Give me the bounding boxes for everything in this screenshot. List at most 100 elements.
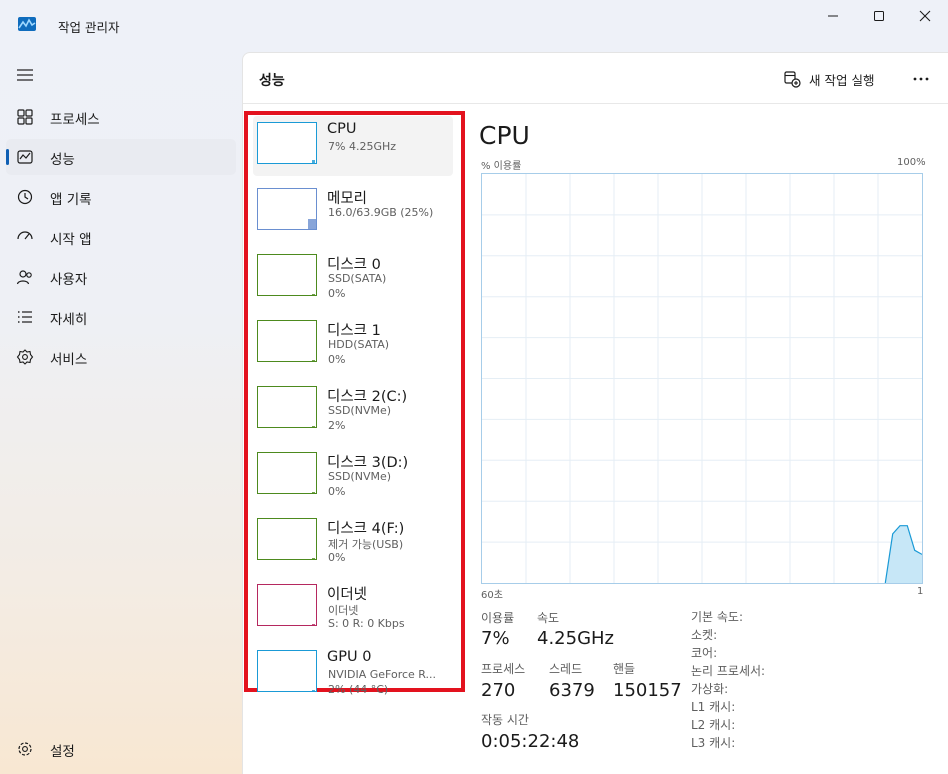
sidebar-item-services[interactable]: 서비스 bbox=[6, 339, 236, 375]
sidebar-item-settings[interactable]: 설정 bbox=[6, 731, 236, 767]
uptime-label: 작동 시간 bbox=[481, 713, 529, 727]
device-item[interactable]: 이더넷 이더넷 S: 0 R: 0 Kbps bbox=[253, 578, 453, 638]
device-detail: 0% bbox=[328, 551, 346, 564]
detail-title: CPU bbox=[479, 121, 530, 150]
more-options-button[interactable] bbox=[907, 65, 935, 93]
run-new-task-label: 새 작업 실행 bbox=[809, 72, 875, 88]
device-thumbnail-svg bbox=[312, 690, 315, 691]
sidebar-item-label: 사용자 bbox=[50, 272, 88, 288]
sidebar-item-label: 설정 bbox=[50, 744, 75, 760]
device-detail: S: 0 R: 0 Kbps bbox=[328, 617, 405, 630]
close-button[interactable] bbox=[902, 0, 948, 32]
sidebar-item-details[interactable]: 자세히 bbox=[6, 299, 236, 335]
device-item[interactable]: GPU 0 NVIDIA GeForce R... 2% (44 °C) bbox=[253, 644, 453, 704]
minimize-icon bbox=[828, 15, 838, 17]
device-subtitle: NVIDIA GeForce R... bbox=[328, 668, 437, 681]
spec-l1-cache-label: L1 캐시: bbox=[691, 700, 736, 714]
run-new-task-button[interactable]: 새 작업 실행 bbox=[783, 65, 874, 93]
device-thumbnail-graph bbox=[257, 518, 317, 560]
device-usage-bar bbox=[312, 426, 315, 427]
device-subtitle: SSD(NVMe) bbox=[328, 470, 392, 483]
device-name: 메모리 bbox=[327, 191, 368, 207]
graph-y-max-label: 100% bbox=[897, 157, 926, 168]
device-item[interactable]: 디스크 2(C:) SSD(NVMe) 2% bbox=[253, 380, 453, 440]
maximize-button[interactable] bbox=[856, 0, 902, 32]
device-thumbnail-svg bbox=[312, 558, 315, 559]
handles-label: 핸들 bbox=[613, 662, 636, 676]
device-name: 디스크 1 bbox=[327, 323, 381, 339]
device-thumbnail-graph bbox=[257, 188, 317, 230]
device-detail: 2% (44 °C) bbox=[328, 683, 389, 696]
device-usage-bar bbox=[312, 360, 315, 361]
uptime-value: 0:05:22:48 bbox=[481, 731, 580, 752]
task-manager-app-icon bbox=[18, 17, 36, 31]
sidebar-item-processes[interactable]: 프로세스 bbox=[6, 99, 236, 135]
active-indicator bbox=[6, 149, 9, 165]
utilization-value: 7% bbox=[481, 628, 510, 649]
device-item[interactable]: CPU 7% 4.25GHz bbox=[253, 116, 453, 176]
sidebar-item-startup-apps[interactable]: 시작 앱 bbox=[6, 219, 236, 255]
processes-value: 270 bbox=[481, 680, 516, 701]
device-usage-bar bbox=[312, 624, 315, 625]
device-detail: 0% bbox=[328, 353, 346, 366]
graph-y-label: % 이용률 bbox=[481, 161, 522, 172]
device-thumbnail-svg bbox=[312, 492, 315, 493]
threads-label: 스레드 bbox=[549, 662, 583, 676]
sidebar-item-app-history[interactable]: 앱 기록 bbox=[6, 179, 236, 215]
hamburger-menu-icon[interactable] bbox=[16, 67, 34, 83]
device-subtitle: 제거 가능(USB) bbox=[328, 538, 404, 551]
settings-gear-icon bbox=[18, 742, 32, 756]
title-bar: 작업 관리자 bbox=[0, 0, 948, 50]
device-item[interactable]: 디스크 4(F:) 제거 가능(USB) 0% bbox=[253, 512, 453, 572]
device-usage-bar bbox=[312, 492, 315, 493]
sidebar-item-performance[interactable]: 성능 bbox=[6, 139, 236, 175]
speed-value: 4.25GHz bbox=[537, 628, 615, 649]
sidebar: 프로세스 성능 앱 기록 시작 앱 사용자 자세히 서비스 설정 bbox=[0, 52, 242, 774]
device-usage-bar bbox=[312, 690, 315, 691]
minimize-button[interactable] bbox=[810, 0, 856, 32]
device-thumbnail-svg bbox=[312, 426, 315, 427]
device-name: 디스크 2(C:) bbox=[327, 389, 408, 405]
page-title: 성능 bbox=[259, 73, 285, 89]
utilization-label: 이용률 bbox=[481, 611, 515, 625]
spec-sockets-label: 소켓: bbox=[691, 628, 718, 642]
threads-value: 6379 bbox=[549, 680, 595, 701]
device-thumbnail-svg bbox=[312, 360, 315, 361]
sidebar-item-label: 앱 기록 bbox=[50, 192, 92, 208]
device-thumbnail-graph bbox=[257, 452, 317, 494]
users-icon bbox=[16, 270, 32, 285]
handles-value: 150157 bbox=[613, 680, 682, 701]
device-thumbnail-graph bbox=[257, 254, 317, 296]
cpu-utilization-graph bbox=[481, 173, 923, 584]
history-icon bbox=[17, 189, 33, 205]
device-thumbnail-svg bbox=[312, 160, 315, 163]
new-task-icon bbox=[784, 71, 801, 88]
device-name: 디스크 3(D:) bbox=[327, 455, 409, 471]
sidebar-item-label: 프로세스 bbox=[50, 112, 100, 128]
graph-x-start-label: 60초 bbox=[481, 590, 503, 601]
device-item[interactable]: 디스크 0 SSD(SATA) 0% bbox=[253, 248, 453, 308]
sidebar-item-label: 시작 앱 bbox=[50, 232, 92, 248]
device-item[interactable]: 디스크 3(D:) SSD(NVMe) 0% bbox=[253, 446, 453, 506]
device-name: GPU 0 bbox=[327, 649, 372, 665]
device-item[interactable]: 디스크 1 HDD(SATA) 0% bbox=[253, 314, 453, 374]
sidebar-item-users[interactable]: 사용자 bbox=[6, 259, 236, 295]
device-name: 디스크 0 bbox=[327, 257, 381, 273]
device-thumbnail-svg bbox=[308, 219, 316, 229]
spec-base-speed-label: 기본 속도: bbox=[691, 610, 744, 624]
device-item[interactable]: 메모리 16.0/63.9GB (25%) bbox=[253, 182, 453, 242]
device-subtitle: 이더넷 bbox=[328, 604, 359, 617]
device-usage-bar bbox=[312, 294, 315, 295]
device-subtitle: SSD(NVMe) bbox=[328, 404, 392, 417]
details-icon bbox=[18, 311, 32, 323]
device-subtitle: SSD(SATA) bbox=[328, 272, 387, 285]
device-name: 디스크 4(F:) bbox=[327, 521, 405, 537]
close-icon bbox=[919, 10, 931, 22]
device-list: CPU 7% 4.25GHz 메모리 16.0/63.9GB (25%) 디스크 0 SS… bbox=[244, 104, 466, 696]
device-detail: 2% bbox=[328, 419, 346, 432]
startup-icon bbox=[17, 231, 33, 240]
device-thumbnail-graph bbox=[257, 650, 317, 692]
window-title: 작업 관리자 bbox=[58, 20, 120, 35]
sidebar-item-label: 서비스 bbox=[50, 352, 88, 368]
device-subtitle: 7% 4.25GHz bbox=[328, 140, 397, 153]
